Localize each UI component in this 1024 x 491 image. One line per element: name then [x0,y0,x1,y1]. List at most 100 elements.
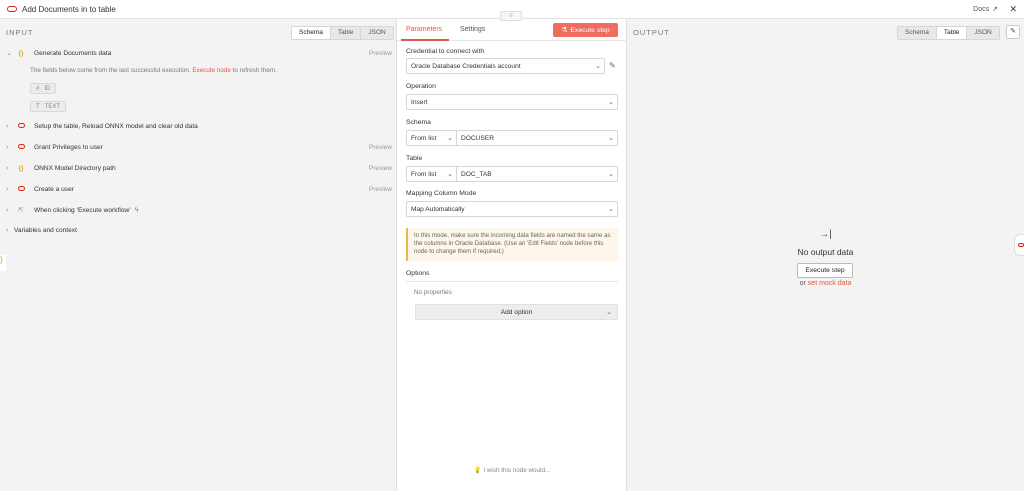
lightbulb-icon: 💡 [473,467,482,474]
chevron-down-icon: ⌄ [447,171,453,178]
docs-label: Docs [973,5,990,13]
chevron-right-icon[interactable]: › [6,123,14,130]
chevron-down-icon: ⌄ [608,206,614,213]
execute-step-label: Execute step [570,26,610,34]
credential-value: Oracle Database Credentials account [411,62,521,70]
preview-link[interactable]: Preview [369,165,392,172]
hint-suffix: to refresh them. [232,67,277,74]
schema-mode-select[interactable]: From list ⌄ [407,131,457,145]
add-option-label: Add option [500,308,533,316]
close-icon[interactable]: ✕ [1009,4,1017,15]
flask-icon: ⚗ [561,27,568,34]
table-value: DOC_TAB [461,170,492,178]
chevron-right-icon[interactable]: › [6,207,14,214]
options-label: Options [406,270,430,277]
output-tab-schema[interactable]: Schema [898,27,937,39]
output-label: OUTPUT [633,28,670,37]
operation-value: Insert [411,98,428,106]
table-select[interactable]: From list ⌄ DOC_TAB ⌄ [406,166,618,182]
number-type-icon: # [36,85,40,92]
mock-data-row: or set mock data [627,280,1024,287]
parameter-tabs: Parameters Settings ⚗ Execute step [397,19,627,41]
output-tab-json[interactable]: JSON [967,27,998,39]
variables-context-row[interactable]: › Variables and context [6,223,392,237]
mock-prefix: or [799,280,806,287]
chevron-right-icon[interactable]: › [6,144,14,151]
chevron-right-icon[interactable]: › [6,227,14,234]
input-node-grant-privileges[interactable]: › Grant Privileges to user Preview [6,140,392,154]
cursor-icon: ⇱ [18,207,24,214]
chevron-down-icon: ⌄ [447,135,453,142]
input-label: INPUT [6,28,34,37]
output-execute-step-button[interactable]: Execute step [797,263,853,278]
output-view-toggle: Schema Table JSON [897,26,1000,40]
input-node-create-user[interactable]: › Create a user Preview [6,182,392,196]
oracle-icon [1018,243,1024,247]
field-name: TEXT [44,103,61,110]
active-tab-indicator [401,39,449,41]
preview-link[interactable]: Preview [369,186,392,193]
chevron-down-icon: ⌄ [608,171,614,178]
table-mode-select[interactable]: From list ⌄ [407,167,457,181]
hint-text: The fields below come from the last succ… [30,67,191,74]
preview-link[interactable]: Preview [369,50,392,57]
oracle-icon [14,144,28,151]
parameters-panel: Parameters Settings ⚗ Execute step Crede… [397,19,627,491]
execute-node-link[interactable]: Execute node [192,67,231,74]
options-divider [406,281,618,282]
tab-settings[interactable]: Settings [460,26,485,33]
node-label: Generate Documents data [34,49,112,57]
node-label: ONNX Model Directory path [34,164,116,172]
oracle-icon [14,123,28,130]
mapping-mode-select[interactable]: Map Automatically ⌄ [406,201,618,217]
chevron-down-icon[interactable]: ⌄ [6,49,14,57]
braces-icon[interactable]: } [0,255,6,271]
feedback-link[interactable]: 💡 I wish this node would... [397,466,627,474]
schema-value: DOCUSER [461,134,494,142]
chevron-down-icon: ⌄ [608,99,614,106]
node-label: Create a user [34,185,74,193]
field-pill-text[interactable]: T TEXT [30,101,67,112]
feedback-text: I wish this node would... [483,467,551,474]
set-mock-data-link[interactable]: set mock data [808,280,852,287]
oracle-logo-icon [7,6,17,12]
credential-select[interactable]: Oracle Database Credentials account ⌄ [406,58,605,74]
edit-output-button[interactable]: ✎ [1006,25,1020,39]
execute-step-button[interactable]: ⚗ Execute step [553,23,618,37]
tab-parameters[interactable]: Parameters [406,26,442,33]
drag-handle[interactable]: ≡ [500,11,522,21]
chevron-right-icon[interactable]: › [6,165,14,172]
braces-icon: {} [18,49,24,57]
input-tab-schema[interactable]: Schema [292,27,331,39]
docs-link[interactable]: Docs ↗ [973,5,998,14]
edit-credential-icon[interactable]: ✎ [609,61,616,70]
credential-label: Credential to connect with [406,48,485,55]
chevron-right-icon[interactable]: › [6,186,14,193]
no-output-title: No output data [797,247,854,257]
field-name: ID [44,85,51,92]
input-node-generate-documents[interactable]: ⌄ {} Generate Documents data Preview [6,46,392,60]
input-tab-json[interactable]: JSON [361,27,392,39]
chevron-down-icon: ⌄ [608,135,614,142]
no-properties-text: No properties [414,289,452,296]
schema-label: Schema [406,119,431,126]
input-node-manual-trigger[interactable]: › ⇱ When clicking ‘Execute workflow’ ϟ [6,203,392,217]
mapping-mode-label: Mapping Column Mode [406,190,477,197]
add-option-button[interactable]: Add option ⌄ [415,304,618,320]
node-title[interactable]: Add Documents in to table [22,5,116,14]
field-pill-id[interactable]: # ID [30,83,57,94]
pencil-icon: ✎ [1010,28,1016,35]
braces-icon: {} [18,164,24,172]
schema-select[interactable]: From list ⌄ DOCUSER ⌄ [406,130,618,146]
operation-label: Operation [406,83,436,90]
execution-hint: The fields below come from the last succ… [30,67,277,74]
output-tab-table[interactable]: Table [936,27,968,39]
chevron-down-icon: ⌄ [606,309,612,316]
next-node-handle[interactable] [1014,234,1024,256]
input-node-onnx-path[interactable]: › {} ONNX Model Directory path Preview [6,161,392,175]
input-tab-table[interactable]: Table [331,27,362,39]
operation-select[interactable]: Insert ⌄ [406,94,618,110]
input-node-setup-table[interactable]: › Setup the table, Reload ONNX model and… [6,119,392,133]
oracle-icon [14,186,28,193]
preview-link[interactable]: Preview [369,144,392,151]
